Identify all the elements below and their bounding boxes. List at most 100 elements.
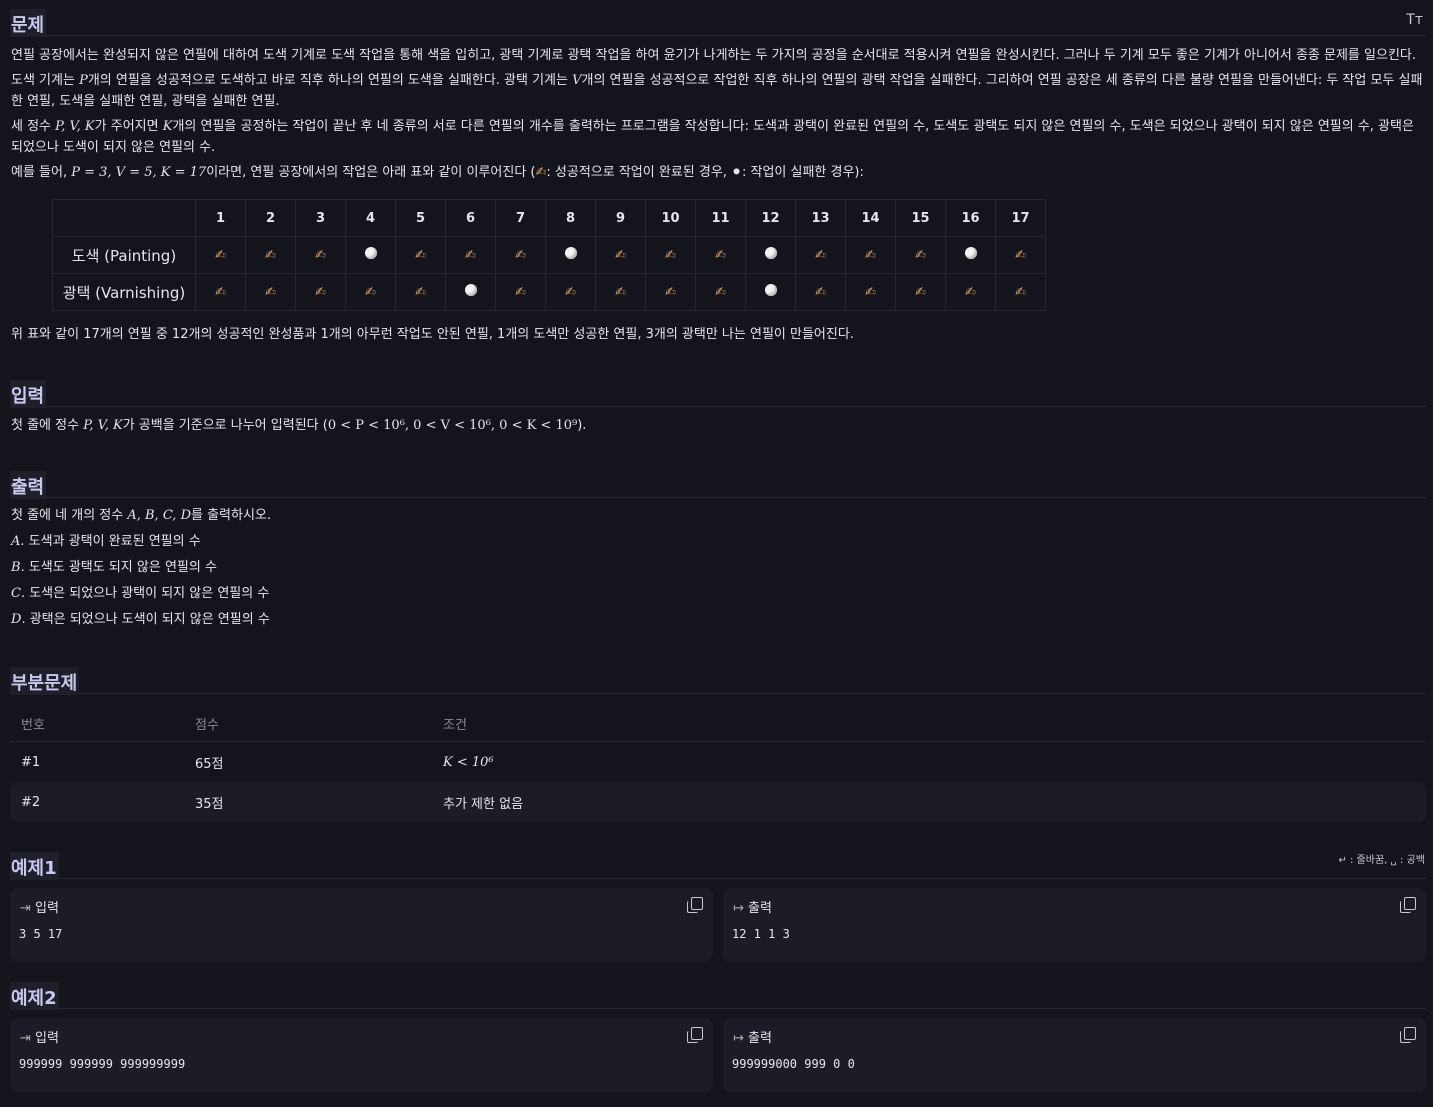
problem-section-header: 문제 xyxy=(10,9,1426,37)
writing-hand-icon: ✍ xyxy=(345,273,396,311)
writing-hand-icon: ✍ xyxy=(495,273,546,311)
table-column-header: 6 xyxy=(445,199,496,237)
copy-icon[interactable] xyxy=(1400,897,1416,913)
fail-circle-icon xyxy=(745,236,796,274)
output-description: 첫 줄에 네 개의 정수 A, B, C, D를 출력하시오. xyxy=(11,508,272,523)
subtask-score-header: 점수 xyxy=(195,717,219,733)
problem-paragraph-2: 도색 기계는 P개의 연필을 성공적으로 도색하고 바로 직후 하나의 연필의 … xyxy=(11,73,1423,109)
writing-hand-icon: ✍ xyxy=(995,273,1046,311)
output-item-list: A. 도색과 광택이 완료된 연필의 수 B. 도색도 광택도 되지 않은 연필… xyxy=(11,531,270,630)
table-column-header: 17 xyxy=(995,199,1046,237)
writing-hand-icon: ✍ xyxy=(195,236,246,274)
writing-hand-icon: ✍ xyxy=(645,236,696,274)
writing-hand-icon: ✍ xyxy=(895,273,946,311)
output-arrow-icon: ↦ xyxy=(733,901,744,916)
writing-hand-icon: ✍ xyxy=(445,236,496,274)
fail-circle-icon xyxy=(345,236,396,274)
writing-hand-icon: ✍ xyxy=(395,236,446,274)
table-row-label: 도색 (Painting) xyxy=(52,236,196,274)
example2-input-value[interactable]: 999999 999999 999999999 xyxy=(19,1057,185,1071)
copy-icon[interactable] xyxy=(1400,1027,1416,1043)
example2-output-value[interactable]: 999999000 999 0 0 xyxy=(732,1057,855,1071)
output-item: B. 도색도 광택도 되지 않은 연필의 수 xyxy=(11,560,217,575)
input-arrow-icon: ⇥ xyxy=(20,1031,31,1046)
subtask-condition: K < 10⁶ xyxy=(443,754,494,770)
table-column-header: 7 xyxy=(495,199,546,237)
table-column-header: 16 xyxy=(945,199,996,237)
copy-icon[interactable] xyxy=(687,1027,703,1043)
table-column-header: 5 xyxy=(395,199,446,237)
subtask-condition: 추가 제한 없음 xyxy=(443,796,524,812)
example1-input-header: ⇥ 입력 xyxy=(20,901,59,916)
output-title: 출력 xyxy=(10,471,47,499)
writing-hand-icon: ✍ xyxy=(795,273,846,311)
fail-circle-icon xyxy=(545,236,596,274)
writing-hand-icon: ✍ xyxy=(795,236,846,274)
writing-hand-icon: ✍ xyxy=(645,273,696,311)
table-column-header: 15 xyxy=(895,199,946,237)
subtask-number: #2 xyxy=(21,794,41,810)
writing-hand-icon: ✍ xyxy=(695,273,746,311)
subtask-number-header: 번호 xyxy=(21,717,45,733)
subtask-number: #1 xyxy=(21,754,41,770)
writing-hand-icon: ✍ xyxy=(245,273,296,311)
subtasks-title: 부분문제 xyxy=(10,667,80,695)
writing-hand-icon: ✍ xyxy=(995,236,1046,274)
writing-hand-icon: ✍ xyxy=(495,236,546,274)
subtasks-table: 번호 점수 조건 #1 65점 K < 10⁶ #2 35점 추가 제한 없음 xyxy=(10,705,1426,822)
problem-paragraph-1: 연필 공장에서는 완성되지 않은 연필에 대하여 도색 기계로 도색 작업을 통… xyxy=(11,48,1417,63)
subtask-condition-header: 조건 xyxy=(443,717,467,733)
fail-circle-icon xyxy=(745,273,796,311)
subtask-row: #2 35점 추가 제한 없음 xyxy=(10,782,1426,822)
table-column-header: 13 xyxy=(795,199,846,237)
output-section-header: 출력 xyxy=(10,471,1426,499)
example1-input-box: ⇥ 입력 3 5 17 xyxy=(10,888,713,962)
subtask-score: 65점 xyxy=(195,756,224,772)
table-column-header: 8 xyxy=(545,199,596,237)
example1-output-box: ↦ 출력 12 1 1 3 xyxy=(723,888,1426,962)
copy-icon[interactable] xyxy=(687,897,703,913)
example2-output-header: ↦ 출력 xyxy=(733,1031,772,1046)
writing-hand-icon: ✍ xyxy=(295,273,346,311)
writing-hand-icon: ✍ xyxy=(195,273,246,311)
input-description: 첫 줄에 정수 P, V, K가 공백을 기준으로 나누어 입력된다 (0 < … xyxy=(11,418,587,433)
problem-title: 문제 xyxy=(10,9,47,37)
table-column-header: 9 xyxy=(595,199,646,237)
writing-hand-icon: ✍ xyxy=(245,236,296,274)
writing-hand-icon: ✍ xyxy=(695,236,746,274)
fail-circle-icon xyxy=(445,273,496,311)
subtasks-header-row: 번호 점수 조건 xyxy=(10,705,1426,742)
table-column-header: 2 xyxy=(245,199,296,237)
table-column-header: 3 xyxy=(295,199,346,237)
writing-hand-icon: ✍ xyxy=(945,273,996,311)
writing-hand-icon: ✍ xyxy=(595,273,646,311)
input-title: 입력 xyxy=(10,380,47,408)
output-arrow-icon: ↦ xyxy=(733,1031,744,1046)
table-column-header: 14 xyxy=(845,199,896,237)
output-item: D. 광택은 되었으나 도색이 되지 않은 연필의 수 xyxy=(11,612,270,627)
example1-output-value[interactable]: 12 1 1 3 xyxy=(732,927,790,941)
output-item: A. 도색과 광택이 완료된 연필의 수 xyxy=(11,534,201,549)
example1-input-value[interactable]: 3 5 17 xyxy=(19,927,62,941)
table-column-header: 4 xyxy=(345,199,396,237)
example2-output-box: ↦ 출력 999999000 999 0 0 xyxy=(723,1018,1426,1092)
subtask-row: #1 65점 K < 10⁶ xyxy=(10,742,1426,782)
table-row-label: 광택 (Varnishing) xyxy=(52,273,196,311)
subtasks-section-header: 부분문제 xyxy=(10,667,1426,695)
output-item: C. 도색은 되었으나 광택이 되지 않은 연필의 수 xyxy=(11,586,270,601)
writing-hand-icon: ✍ xyxy=(535,165,547,180)
table-corner-cell xyxy=(52,199,196,237)
writing-hand-icon: ✍ xyxy=(295,236,346,274)
table-header-row: 1 2 3 4 5 6 7 8 9 10 11 12 13 14 15 16 17 xyxy=(52,199,1046,237)
table-row: 도색 (Painting) ✍ ✍ ✍ ✍ ✍ ✍ ✍ ✍ ✍ ✍ ✍ ✍ ✍ xyxy=(52,236,1046,274)
example2-input-header: ⇥ 입력 xyxy=(20,1031,59,1046)
writing-hand-icon: ✍ xyxy=(845,273,896,311)
writing-hand-icon: ✍ xyxy=(595,236,646,274)
example1-output-header: ↦ 출력 xyxy=(733,901,772,916)
pencil-process-table: 1 2 3 4 5 6 7 8 9 10 11 12 13 14 15 16 17 도색 (Painting) ✍… xyxy=(52,199,1046,311)
writing-hand-icon: ✍ xyxy=(895,236,946,274)
problem-paragraph-5: 위 표와 같이 17개의 연필 중 12개의 성공적인 완성품과 1개의 아무런… xyxy=(11,327,854,342)
problem-paragraph-3: 세 정수 P, V, K가 주어지면 K개의 연필을 공정하는 작업이 끝난 후… xyxy=(11,119,1414,155)
table-column-header: 10 xyxy=(645,199,696,237)
example2-title: 예제2 xyxy=(10,982,59,1010)
